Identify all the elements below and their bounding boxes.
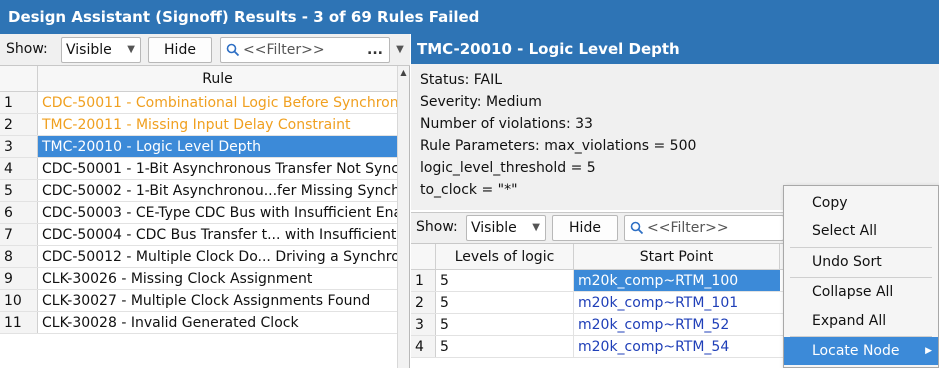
start-point-link[interactable]: m20k_comp~RTM_101 xyxy=(574,292,780,313)
rule-name: CDC-50002 - 1-Bit Asynchronou...fer Miss… xyxy=(42,183,398,199)
dropdown-caret-icon: ▼ xyxy=(127,44,135,55)
detail-line: Severity: Medium xyxy=(420,94,542,110)
show-combo[interactable]: Visible ▼ xyxy=(61,37,141,63)
rule-name: CDC-50004 - CDC Bus Transfer t... with I… xyxy=(42,227,398,243)
row-number: 5 xyxy=(0,180,38,201)
window-title: Design Assistant (Signoff) Results - 3 o… xyxy=(0,0,939,34)
rule-name: TMC-20010 - Logic Level Depth xyxy=(38,136,398,157)
row-number-header xyxy=(411,244,436,270)
hide-button[interactable]: Hide xyxy=(148,37,212,63)
row-number: 3 xyxy=(411,314,436,335)
menu-item-label: Select All xyxy=(812,223,877,239)
table-row[interactable]: 8 CDC-50012 - Multiple Clock Do... Drivin… xyxy=(0,246,398,268)
show-combo-value: Visible xyxy=(66,42,112,58)
rule-name: CDC-50001 - 1-Bit Asynchronous Transfer … xyxy=(42,161,398,177)
menu-item-label: Locate Node xyxy=(812,343,900,359)
dropdown-caret-icon: ▼ xyxy=(532,222,540,233)
detail-line: Number of violations: 33 xyxy=(420,116,593,132)
rules-pane: Show: Visible ▼ Hide <<Filter>> ... ▼ Ru… xyxy=(0,34,410,368)
rule-name: CDC-50003 - CE-Type CDC Bus with Insuffi… xyxy=(42,205,398,221)
row-number: 6 xyxy=(0,202,38,223)
start-point-link[interactable]: m20k_comp~RTM_52 xyxy=(574,314,780,335)
row-number: 7 xyxy=(0,224,38,245)
row-number: 3 xyxy=(0,136,38,157)
levels-of-logic-cell: 5 xyxy=(436,336,574,357)
row-number: 1 xyxy=(0,92,38,113)
search-icon xyxy=(226,43,240,57)
filter-placeholder: <<Filter>> xyxy=(243,42,325,58)
rules-table-header: Rule xyxy=(0,66,398,92)
row-number: 4 xyxy=(411,336,436,357)
rule-name: CLK-30026 - Missing Clock Assignment xyxy=(42,271,313,287)
table-row[interactable]: 6 CDC-50003 - CE-Type CDC Bus with Insuff… xyxy=(0,202,398,224)
row-number: 2 xyxy=(0,114,38,135)
hide-button[interactable]: Hide xyxy=(552,215,618,241)
rule-name: TMC-20011 - Missing Input Delay Constrai… xyxy=(42,117,351,133)
menu-item-copy[interactable]: Copy xyxy=(784,189,938,217)
levels-of-logic-cell: 5 xyxy=(436,270,574,291)
levels-of-logic-cell: 5 xyxy=(436,292,574,313)
detail-line: Status: FAIL xyxy=(420,72,503,88)
violations-filter-input[interactable]: <<Filter>> xyxy=(624,215,784,241)
row-number: 11 xyxy=(0,312,38,333)
show-combo-value: Visible xyxy=(471,220,517,236)
table-row[interactable]: 4 CDC-50001 - 1-Bit Asynchronous Transfer… xyxy=(0,158,398,180)
submenu-arrow-icon: ▶ xyxy=(925,346,932,356)
detail-title: TMC-20010 - Logic Level Depth xyxy=(411,34,939,64)
table-row[interactable]: 9 CLK-30026 - Missing Clock Assignment xyxy=(0,268,398,290)
rule-name: CDC-50012 - Multiple Clock Do... Driving… xyxy=(42,249,398,265)
start-point-link[interactable]: m20k_comp~RTM_100 xyxy=(574,270,780,291)
menu-item-select-all[interactable]: Select All xyxy=(784,217,938,245)
rules-toolbar: Show: Visible ▼ Hide <<Filter>> ... ▼ xyxy=(0,34,410,66)
rule-name: CLK-30028 - Invalid Generated Clock xyxy=(42,315,299,331)
menu-item-collapse-all[interactable]: Collapse All xyxy=(784,278,938,306)
show-label: Show: xyxy=(6,41,48,57)
start-point-column-header[interactable]: Start Point xyxy=(574,244,780,270)
rules-filter-input[interactable]: <<Filter>> ... xyxy=(220,37,390,63)
row-number: 4 xyxy=(0,158,38,179)
dropdown-caret-icon[interactable]: ▼ xyxy=(393,37,407,63)
row-number: 9 xyxy=(0,268,38,289)
scroll-up-arrow-icon[interactable]: ▲ xyxy=(398,68,409,77)
row-number-header xyxy=(0,66,38,92)
rule-column-header[interactable]: Rule xyxy=(38,66,398,92)
levels-column-header[interactable]: Levels of logic xyxy=(436,244,574,270)
table-row[interactable]: 2 TMC-20011 - Missing Input Delay Constra… xyxy=(0,114,398,136)
detail-line: logic_level_threshold = 5 xyxy=(420,160,596,176)
rule-name: CLK-30027 - Multiple Clock Assignments F… xyxy=(42,293,371,309)
filter-more-button[interactable]: ... xyxy=(367,38,383,62)
menu-item-expand-all[interactable]: Expand All xyxy=(784,307,938,335)
menu-item-locate-node[interactable]: Locate Node ▶ xyxy=(784,337,938,365)
show-combo[interactable]: Visible ▼ xyxy=(466,215,546,241)
context-menu: Copy Select All Undo Sort Collapse All E… xyxy=(783,185,939,368)
start-point-link[interactable]: m20k_comp~RTM_54 xyxy=(574,336,780,357)
row-number: 8 xyxy=(0,246,38,267)
filter-placeholder: <<Filter>> xyxy=(647,220,729,236)
table-row[interactable]: 7 CDC-50004 - CDC Bus Transfer t... with … xyxy=(0,224,398,246)
detail-line: Rule Parameters: max_violations = 500 xyxy=(420,138,697,154)
table-row[interactable]: 5 CDC-50002 - 1-Bit Asynchronou...fer Mis… xyxy=(0,180,398,202)
show-label: Show: xyxy=(416,219,458,235)
row-number: 2 xyxy=(411,292,436,313)
table-row[interactable]: 3 TMC-20010 - Logic Level Depth xyxy=(0,136,398,158)
table-row[interactable]: 10 CLK-30027 - Multiple Clock Assignments… xyxy=(0,290,398,312)
levels-of-logic-cell: 5 xyxy=(436,314,574,335)
table-row[interactable]: 11 CLK-30028 - Invalid Generated Clock xyxy=(0,312,398,334)
row-number: 1 xyxy=(411,270,436,291)
table-row[interactable]: 1 CDC-50011 - Combinational Logic Before … xyxy=(0,92,398,114)
row-number: 10 xyxy=(0,290,38,311)
search-icon xyxy=(630,221,644,235)
rules-scrollbar[interactable]: ▲ xyxy=(397,66,409,368)
menu-item-undo-sort[interactable]: Undo Sort xyxy=(784,248,938,276)
rule-name: CDC-50011 - Combinational Logic Before S… xyxy=(42,95,398,111)
